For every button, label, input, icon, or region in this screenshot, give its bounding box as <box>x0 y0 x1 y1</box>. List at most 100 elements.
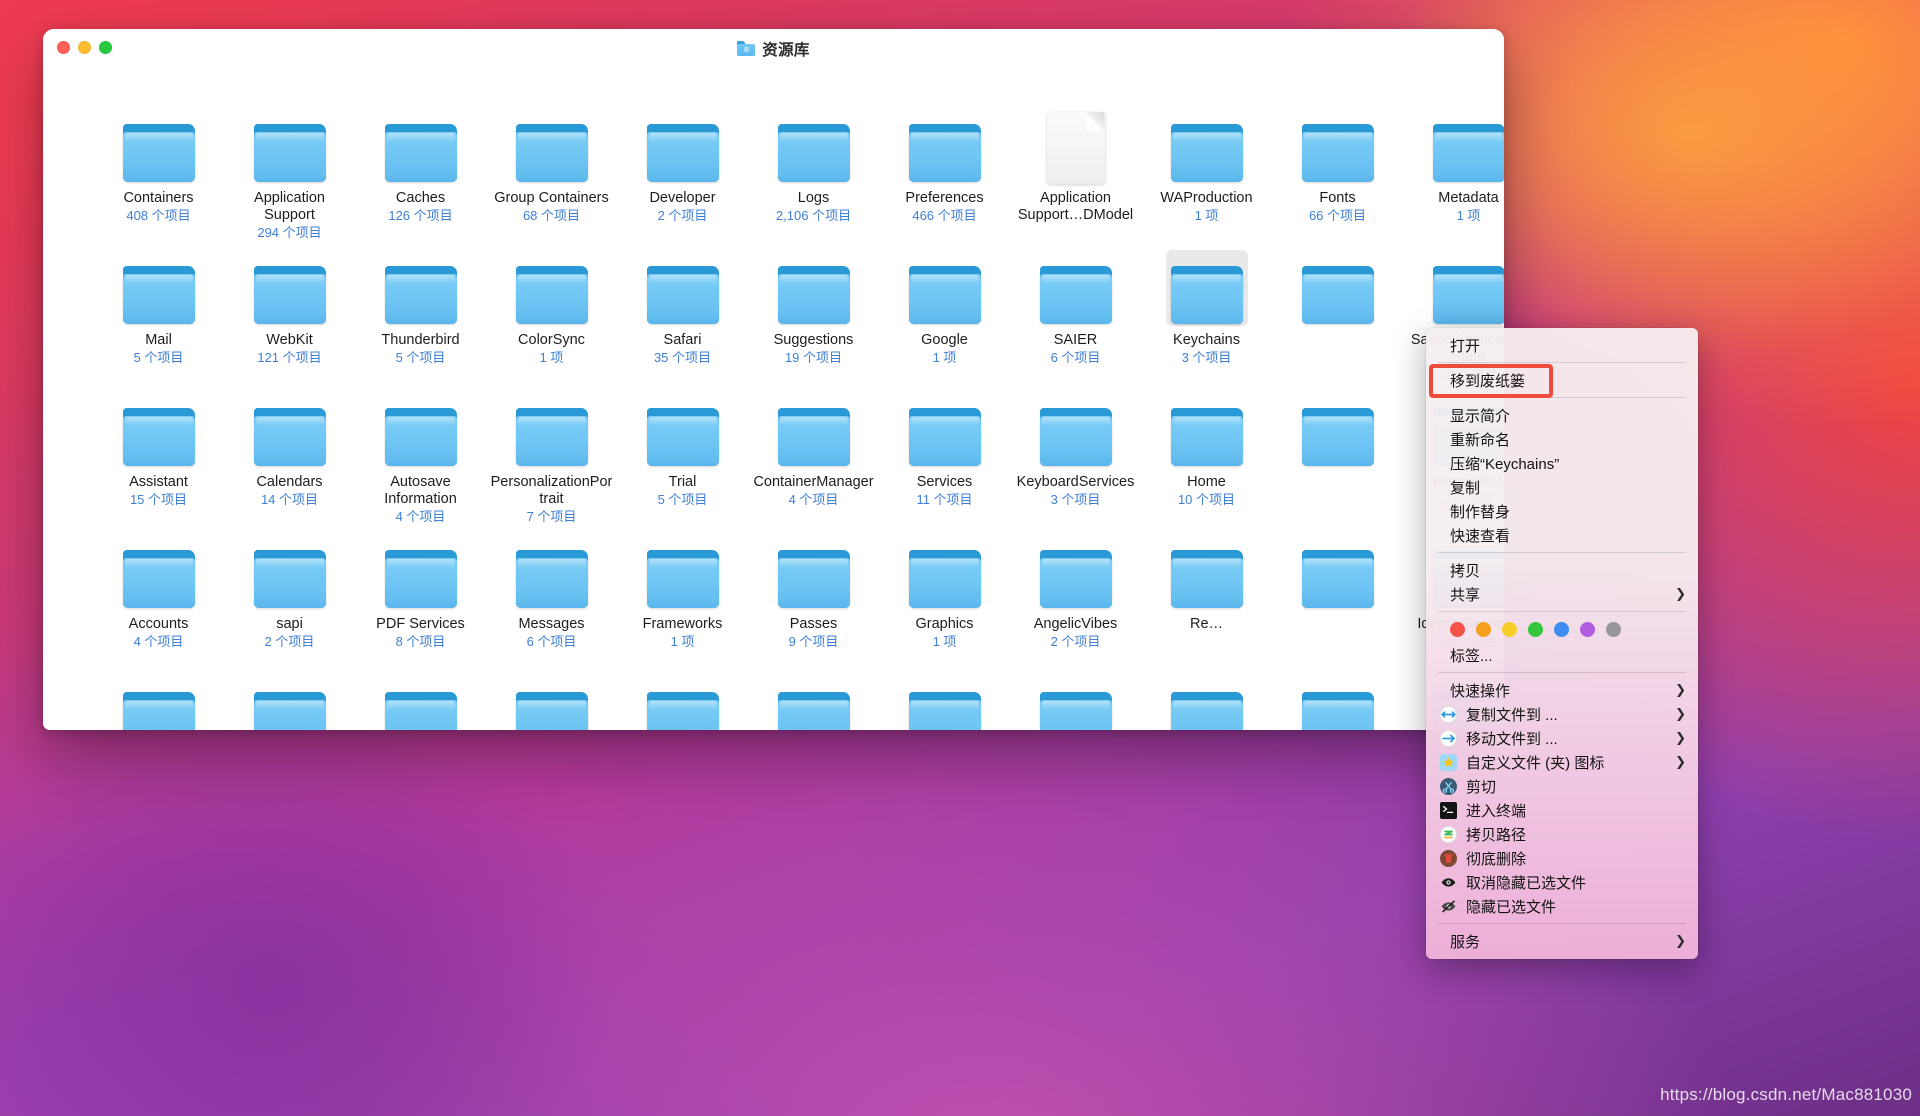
file-item[interactable] <box>1272 676 1403 730</box>
file-item-fonts[interactable]: Fonts 66 个项目 <box>1272 108 1403 224</box>
file-item[interactable] <box>93 676 224 730</box>
menu-item-label: 标签... <box>1450 647 1493 665</box>
file-item-google[interactable]: Google 1 项 <box>879 250 1010 366</box>
file-item-services[interactable]: Services 11 个项目 <box>879 392 1010 508</box>
file-item-keyboardservices[interactable]: KeyboardServices 3 个项目 <box>1010 392 1141 508</box>
file-item-developer[interactable]: Developer 2 个项目 <box>617 108 748 224</box>
menu-item-move-to-trash[interactable]: 移到废纸篓 <box>1426 368 1698 392</box>
menu-item-quick-actions[interactable]: 快速操作 ❯ <box>1426 678 1698 702</box>
tag-blue[interactable] <box>1554 622 1569 637</box>
file-item-frameworks[interactable]: Frameworks 1 项 <box>617 534 748 650</box>
file-item-count: 68 个项目 <box>522 208 581 223</box>
folder-icon <box>1301 124 1375 184</box>
file-item-graphics[interactable]: Graphics 1 项 <box>879 534 1010 650</box>
file-item-trial[interactable]: Trial 5 个项目 <box>617 392 748 508</box>
tag-red[interactable] <box>1450 622 1465 637</box>
file-item-safari[interactable]: Safari 35 个项目 <box>617 250 748 366</box>
menu-item-services[interactable]: 服务 ❯ <box>1426 929 1698 953</box>
file-item[interactable] <box>1272 534 1403 616</box>
menu-item-hide-selected[interactable]: 隐藏已选文件 <box>1426 894 1698 918</box>
close-button[interactable] <box>57 41 70 54</box>
menu-item-copy-path[interactable]: 拷贝路径 <box>1426 822 1698 846</box>
file-item-mail[interactable]: Mail 5 个项目 <box>93 250 224 366</box>
minimize-button[interactable] <box>78 41 91 54</box>
file-name: Application Support <box>254 190 325 223</box>
file-item-passes[interactable]: Passes 9 个项目 <box>748 534 879 650</box>
file-item[interactable] <box>1272 250 1403 332</box>
file-item-metadata[interactable]: Metadata 1 项 <box>1403 108 1504 224</box>
menu-item-share[interactable]: 共享 ❯ <box>1426 582 1698 606</box>
file-item-logs[interactable]: Logs 2,106 个项目 <box>748 108 879 224</box>
menu-item-compress[interactable]: 压缩“Keychains” <box>1426 451 1698 475</box>
tag-orange[interactable] <box>1476 622 1491 637</box>
tag-purple[interactable] <box>1580 622 1595 637</box>
tag-green[interactable] <box>1528 622 1543 637</box>
menu-item-open[interactable]: 打开 <box>1426 333 1698 357</box>
file-item-preferences[interactable]: Preferences 466 个项目 <box>879 108 1010 224</box>
menu-item-move-file-to[interactable]: 移动文件到 ... ❯ <box>1426 726 1698 750</box>
menu-item-tags[interactable]: 标签... <box>1426 643 1698 667</box>
menu-item-open-terminal[interactable]: 进入终端 <box>1426 798 1698 822</box>
file-item[interactable] <box>1272 392 1403 474</box>
icon-slot <box>879 250 1010 326</box>
file-item[interactable] <box>879 676 1010 730</box>
file-item[interactable] <box>1141 676 1272 730</box>
file-item-saier[interactable]: SAIER 6 个项目 <box>1010 250 1141 366</box>
file-item-messages[interactable]: Messages 6 个项目 <box>486 534 617 650</box>
menu-item-copy[interactable]: 拷贝 <box>1426 558 1698 582</box>
file-item-colorsync[interactable]: ColorSync 1 项 <box>486 250 617 366</box>
file-item-sapi[interactable]: sapi 2 个项目 <box>224 534 355 650</box>
file-item-caches[interactable]: Caches 126 个项目 <box>355 108 486 224</box>
file-item[interactable] <box>486 676 617 730</box>
file-item-group-containers[interactable]: Group Containers 68 个项目 <box>486 108 617 224</box>
file-item-containers[interactable]: Containers 408 个项目 <box>93 108 224 224</box>
file-item-webkit[interactable]: WebKit 121 个项目 <box>224 250 355 366</box>
tag-yellow[interactable] <box>1502 622 1517 637</box>
file-item-suggestions[interactable]: Suggestions 19 个项目 <box>748 250 879 366</box>
file-item-pdf-services[interactable]: PDF Services 8 个项目 <box>355 534 486 650</box>
file-item[interactable] <box>355 676 486 730</box>
icon-slot <box>1010 534 1141 610</box>
menu-item-rename[interactable]: 重新命名 <box>1426 427 1698 451</box>
menu-item-delete-permanently[interactable]: 彻底删除 <box>1426 846 1698 870</box>
file-item[interactable] <box>748 676 879 730</box>
context-menu[interactable]: 打开移到废纸篓显示简介 重新命名 压缩“Keychains” 复制 制作替身快速查看拷贝… <box>1426 328 1698 959</box>
file-item-personalizationportrait[interactable]: PersonalizationPortrait 7 个项目 <box>486 392 617 525</box>
file-item-accounts[interactable]: Accounts 4 个项目 <box>93 534 224 650</box>
file-name: Caches <box>395 190 446 206</box>
menu-item-make-alias[interactable]: 制作替身 <box>1426 499 1698 523</box>
menu-item-cut[interactable]: 剪切 <box>1426 774 1698 798</box>
menu-item-quick-look[interactable]: 快速查看 <box>1426 523 1698 547</box>
file-item-application-support-dmodel[interactable]: Application Support…DModel <box>1010 108 1141 224</box>
file-item-thunderbird[interactable]: Thunderbird 5 个项目 <box>355 250 486 366</box>
file-item-home[interactable]: Home 10 个项目 <box>1141 392 1272 508</box>
file-item-application-support[interactable]: Application Support 294 个项目 <box>224 108 355 241</box>
zoom-button[interactable] <box>99 41 112 54</box>
folder-icon <box>1301 408 1375 468</box>
file-item-autosave-information[interactable]: Autosave Information 4 个项目 <box>355 392 486 525</box>
file-item[interactable] <box>1010 676 1141 730</box>
menu-item-label: 快速查看 <box>1450 527 1511 545</box>
file-item-angelicvibes[interactable]: AngelicVibes 2 个项目 <box>1010 534 1141 650</box>
file-item[interactable] <box>224 676 355 730</box>
menu-item-duplicate[interactable]: 复制 <box>1426 475 1698 499</box>
tag-gray[interactable] <box>1606 622 1621 637</box>
menu-item-label: 拷贝路径 <box>1466 826 1527 844</box>
trash-icon <box>1440 849 1457 867</box>
file-name: Google <box>921 332 968 348</box>
file-item-waproduction[interactable]: WAProduction 1 项 <box>1141 108 1272 224</box>
menu-item-custom-folder-icon[interactable]: 自定义文件 (夹) 图标 ❯ <box>1426 750 1698 774</box>
folder-icon <box>253 692 327 730</box>
file-item[interactable] <box>617 676 748 730</box>
menu-item-unhide-selected[interactable]: 取消隐藏已选文件 <box>1426 870 1698 894</box>
file-item-containermanager[interactable]: ContainerManager 4 个项目 <box>748 392 879 508</box>
folder-icon <box>646 124 720 184</box>
file-item-calendars[interactable]: Calendars 14 个项目 <box>224 392 355 508</box>
file-item-keychains[interactable]: Keychains 3 个项目 <box>1141 250 1272 366</box>
file-item-re[interactable]: Re… <box>1141 534 1272 633</box>
file-name: Assistant <box>129 474 188 490</box>
file-item-assistant[interactable]: Assistant 15 个项目 <box>93 392 224 508</box>
menu-item-label: 共享 <box>1450 586 1481 604</box>
menu-item-copy-file-to[interactable]: 复制文件到 ... ❯ <box>1426 702 1698 726</box>
menu-item-get-info[interactable]: 显示简介 <box>1426 403 1698 427</box>
